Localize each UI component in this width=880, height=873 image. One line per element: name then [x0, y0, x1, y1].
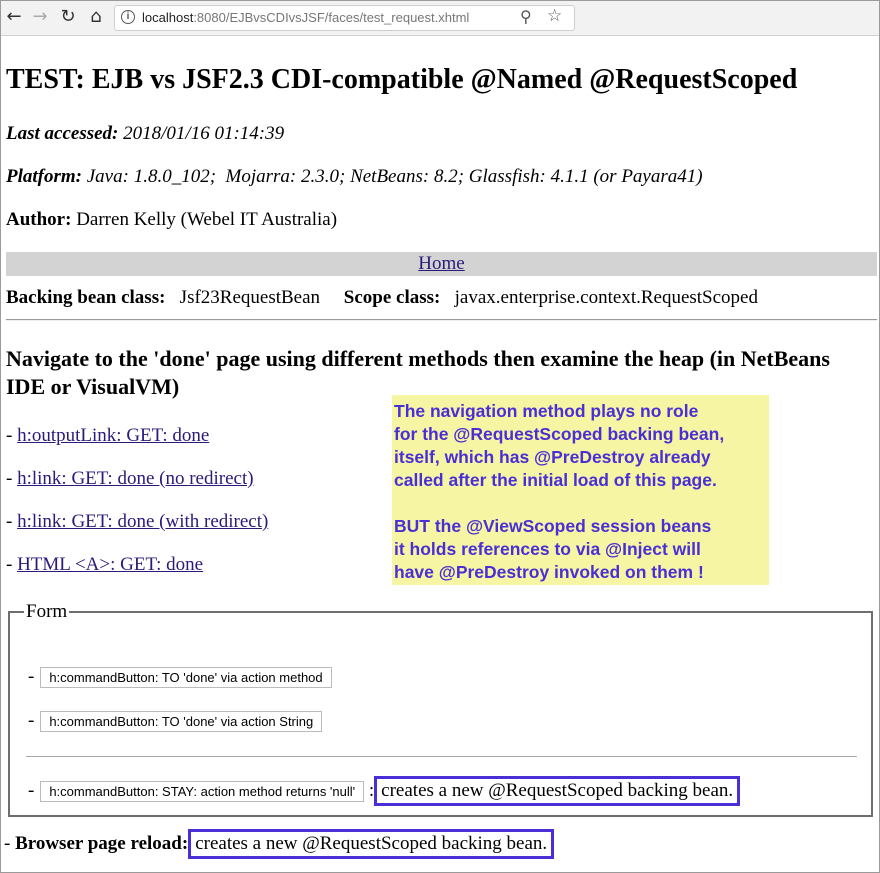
browser-reload-info: - Browser page reload: creates a new @Req… [4, 829, 555, 859]
platform-value: Java: 1.8.0_102; Mojarra: 2.3.0; NetBean… [86, 166, 703, 187]
reload-icon[interactable]: ↻ [57, 6, 79, 28]
form-divider [26, 756, 857, 757]
info-note: The navigation method plays no role for … [392, 395, 769, 585]
url-text[interactable]: localhost:8080/EJBvsCDIvsJSF/faces/test_… [142, 10, 469, 25]
dash: - [6, 425, 18, 446]
section-heading: Navigate to the 'done' page using differ… [6, 346, 830, 399]
back-arrow-icon[interactable]: ← [3, 6, 25, 28]
reload-note-highlight: creates a new @RequestScoped backing bea… [188, 829, 555, 859]
note-line: called after the initial load of this pa… [394, 470, 717, 490]
platform-label: Platform: [6, 166, 82, 187]
link-hlink-no-redirect[interactable]: h:link: GET: done (no redirect) [17, 468, 253, 489]
divider [6, 319, 877, 321]
note-line: itself, which has @PreDestroy already [394, 447, 711, 467]
link-hlink-with-redirect[interactable]: h:link: GET: done (with redirect) [17, 511, 268, 532]
info-icon[interactable]: i [121, 10, 135, 24]
link-html-a[interactable]: HTML <A>: GET: done [17, 554, 203, 575]
home-icon[interactable]: ⌂ [85, 6, 107, 28]
note-line [394, 492, 769, 515]
url-path: :8080/EJBvsCDIvsJSF/faces/test_request.x… [193, 10, 470, 25]
url-host: localhost [142, 10, 194, 25]
address-bar[interactable]: i localhost:8080/EJBvsCDIvsJSF/faces/tes… [114, 5, 575, 31]
dash: - [6, 554, 18, 575]
last-accessed-label: Last accessed: [6, 123, 119, 144]
home-bar: Home [6, 252, 877, 276]
stay-note-highlight: creates a new @RequestScoped backing bea… [374, 776, 741, 806]
forward-arrow-icon[interactable]: → [29, 6, 51, 28]
command-button-action-method[interactable]: h:commandButton: TO 'done' via action me… [40, 667, 332, 689]
author-label: Author: [6, 209, 72, 230]
dash: - [6, 511, 18, 532]
home-link[interactable]: Home [418, 253, 464, 274]
browser-toolbar: ← → ↻ ⌂ i localhost:8080/EJBvsCDIvsJSF/f… [1, 1, 879, 36]
list-item: - h:link: GET: done (no redirect) [6, 468, 254, 490]
list-item: - HTML <A>: GET: done [6, 554, 203, 576]
last-accessed-value: 2018/01/16 01:14:39 [123, 123, 285, 144]
last-accessed: Last accessed: 2018/01/16 01:14:39 [6, 123, 284, 145]
list-item: - h:outputLink: GET: done [6, 425, 209, 447]
dash: - [6, 468, 18, 489]
note-line: have @PreDestroy invoked on them ! [394, 562, 704, 582]
page-title: TEST: EJB vs JSF2.3 CDI-compatible @Name… [6, 64, 798, 95]
scope-value: javax.enterprise.context.RequestScoped [454, 287, 758, 308]
star-icon[interactable]: ☆ [547, 6, 562, 26]
bean-info: Backing bean class: Jsf23RequestBean Sco… [6, 287, 758, 309]
list-item: - h:link: GET: done (with redirect) [6, 511, 268, 533]
form-row: - h:commandButton: TO 'done' via action m… [28, 666, 332, 689]
note-line: The navigation method plays no role [394, 401, 699, 421]
form-row: - h:commandButton: TO 'done' via action S… [28, 710, 323, 733]
command-button-stay[interactable]: h:commandButton: STAY: action method ret… [40, 781, 365, 803]
bean-label: Backing bean class: [6, 287, 166, 308]
form-fieldset: Form - h:commandButton: TO 'done' via act… [8, 601, 873, 817]
form-legend: Form [26, 601, 68, 622]
reload-label: Browser page reload: [15, 833, 189, 854]
note-line: for the @RequestScoped backing bean, [394, 424, 725, 444]
scope-label: Scope class: [343, 287, 441, 308]
form-row: - h:commandButton: STAY: action method re… [28, 776, 741, 806]
zoom-icon[interactable]: ⚲ [520, 7, 532, 26]
bean-value: Jsf23RequestBean [179, 287, 321, 308]
link-outputlink-get[interactable]: h:outputLink: GET: done [17, 425, 209, 446]
note-line: it holds references to via @Inject will [394, 539, 701, 559]
author-value: Darren Kelly (Webel IT Australia) [76, 209, 338, 230]
platform: Platform: Java: 1.8.0_102; Mojarra: 2.3.… [6, 166, 703, 188]
browser-window: ← → ↻ ⌂ i localhost:8080/EJBvsCDIvsJSF/f… [0, 0, 880, 873]
command-button-action-string[interactable]: h:commandButton: TO 'done' via action St… [40, 711, 323, 733]
note-line: BUT the @ViewScoped session beans [394, 516, 712, 536]
author: Author: Darren Kelly (Webel IT Australia… [6, 209, 337, 231]
